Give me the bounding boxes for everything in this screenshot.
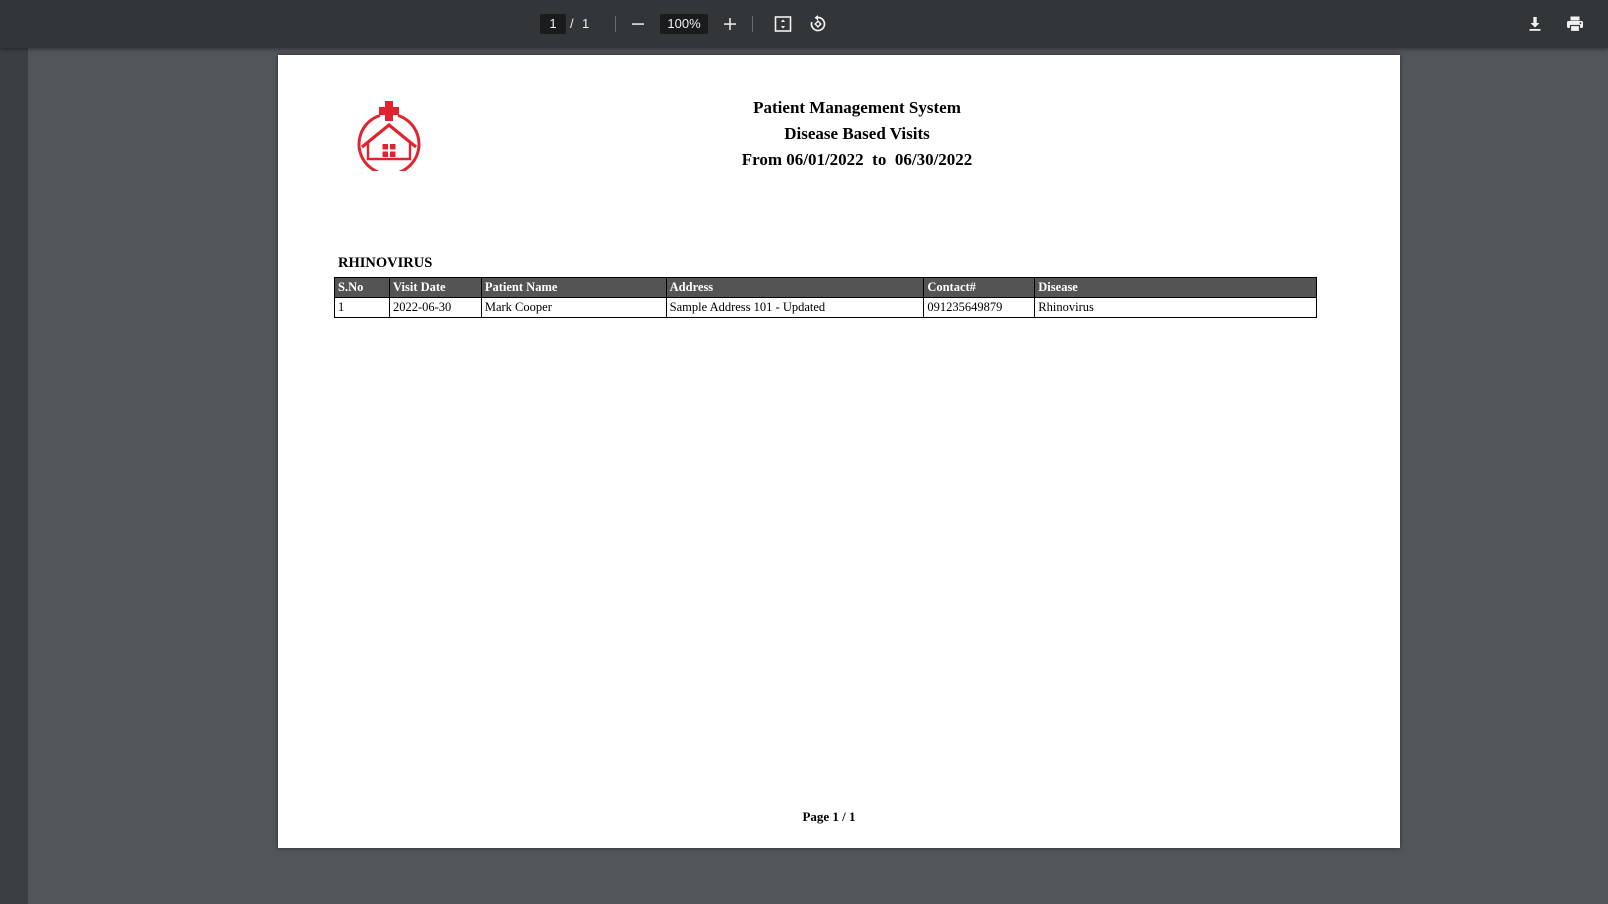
page-footer: Page 1 / 1 <box>802 809 856 824</box>
toolbar-divider <box>752 16 753 32</box>
plus-icon <box>724 18 736 30</box>
report-date-range: From 06/01/2022 to 06/30/2022 <box>741 150 973 169</box>
table-cell: Mark Cooper <box>480 297 667 318</box>
report-title: Patient Management System <box>753 98 961 117</box>
page-total: 1 <box>582 16 590 31</box>
table-header-row: S.No Visit Date Patient Name Address Con… <box>334 277 1317 298</box>
page-number-input[interactable]: 1 <box>540 14 566 34</box>
download-button[interactable] <box>1519 8 1551 40</box>
column-header: Disease <box>1034 277 1317 298</box>
report-title-block: Patient Management System Disease Based … <box>296 95 1418 173</box>
disease-section-title: RHINOVIRUS <box>338 255 433 271</box>
table-cell: Rhinovirus <box>1034 297 1317 318</box>
report-subtitle: Disease Based Visits <box>784 124 930 143</box>
fit-to-page-button[interactable] <box>767 8 799 40</box>
page-separator: / <box>570 16 574 31</box>
table-row: 1 2022-06-30 Mark Cooper Sample Address … <box>334 297 1317 318</box>
download-icon <box>1529 17 1541 31</box>
column-header: Address <box>665 277 925 298</box>
column-header: Contact# <box>923 277 1036 298</box>
visits-table: S.No Visit Date Patient Name Address Con… <box>334 277 1317 318</box>
print-button[interactable] <box>1559 8 1591 40</box>
table-cell: Sample Address 101 - Updated <box>665 297 925 318</box>
pdf-toolbar: 1 / 1 100% <box>0 0 1608 48</box>
zoom-level-input[interactable]: 100% <box>660 14 708 34</box>
table-cell: 2022-06-30 <box>388 297 482 318</box>
sidebar-strip <box>0 48 28 904</box>
minus-icon <box>632 23 644 25</box>
column-header: Visit Date <box>388 277 482 298</box>
table-cell: 091235649879 <box>923 297 1036 318</box>
table-cell: 1 <box>334 297 390 318</box>
rotate-icon <box>810 15 826 32</box>
toolbar-divider <box>615 16 616 32</box>
column-header: Patient Name <box>480 277 667 298</box>
pdf-page: Patient Management System Disease Based … <box>278 55 1400 848</box>
column-header: S.No <box>334 277 390 298</box>
rotate-button[interactable] <box>802 8 834 40</box>
print-icon <box>1567 16 1583 33</box>
zoom-in-button[interactable] <box>714 8 746 40</box>
fit-to-page-icon <box>774 16 792 32</box>
zoom-out-button[interactable] <box>622 8 654 40</box>
